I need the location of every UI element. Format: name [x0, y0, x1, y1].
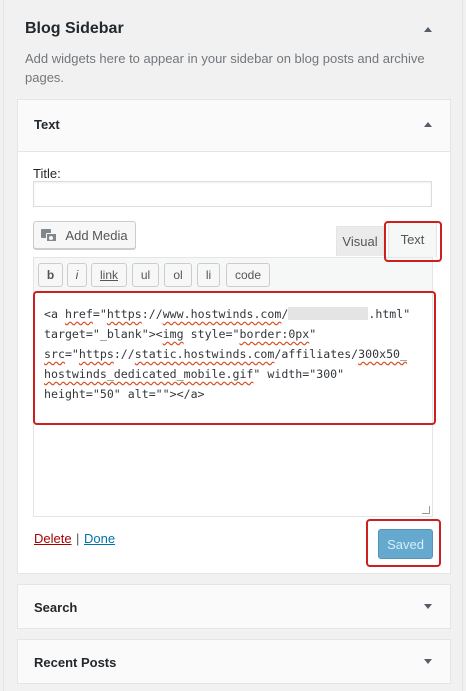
expand-search-icon[interactable] — [424, 604, 432, 609]
code-button[interactable]: code — [226, 263, 270, 287]
title-label: Title: — [33, 166, 61, 181]
add-media-button[interactable]: Add Media — [33, 221, 136, 249]
bold-button[interactable]: b — [38, 263, 63, 287]
title-input[interactable] — [33, 181, 432, 207]
recent-posts-widget-title: Recent Posts — [34, 655, 117, 670]
recent-posts-widget[interactable]: Recent Posts — [17, 639, 451, 684]
highlight-saved — [366, 519, 441, 567]
tab-visual[interactable]: Visual — [336, 226, 384, 256]
collapse-widget-icon[interactable] — [424, 122, 432, 127]
ul-button[interactable]: ul — [132, 263, 159, 287]
search-widget-title: Search — [34, 600, 78, 615]
resize-handle[interactable] — [422, 506, 430, 514]
highlight-text-tab — [384, 221, 442, 262]
quicktags-toolbar: b i link ul ol li code — [34, 258, 432, 292]
li-button[interactable]: li — [197, 263, 220, 287]
collapse-panel-icon[interactable] — [424, 27, 432, 32]
ol-button[interactable]: ol — [164, 263, 192, 287]
blog-sidebar-panel: Blog Sidebar Add widgets here to appear … — [3, 0, 463, 691]
delete-link[interactable]: Delete — [34, 531, 72, 546]
expand-recent-posts-icon[interactable] — [424, 659, 432, 664]
panel-description: Add widgets here to appear in your sideb… — [25, 51, 425, 85]
search-widget[interactable]: Search — [17, 584, 451, 629]
highlight-code — [33, 291, 436, 425]
link-button[interactable]: link — [91, 263, 127, 287]
done-link[interactable]: Done — [84, 531, 115, 546]
panel-title: Blog Sidebar — [25, 20, 124, 37]
link-separator: | — [76, 531, 80, 546]
text-widget-header[interactable]: Text — [18, 100, 450, 151]
media-icon — [41, 227, 59, 243]
text-widget-title: Text — [34, 117, 60, 132]
add-media-label: Add Media — [65, 227, 128, 243]
italic-button[interactable]: i — [67, 263, 87, 287]
widget-divider — [18, 151, 450, 152]
text-widget: Text Title: Add Media Visual Text b i li… — [17, 99, 451, 574]
